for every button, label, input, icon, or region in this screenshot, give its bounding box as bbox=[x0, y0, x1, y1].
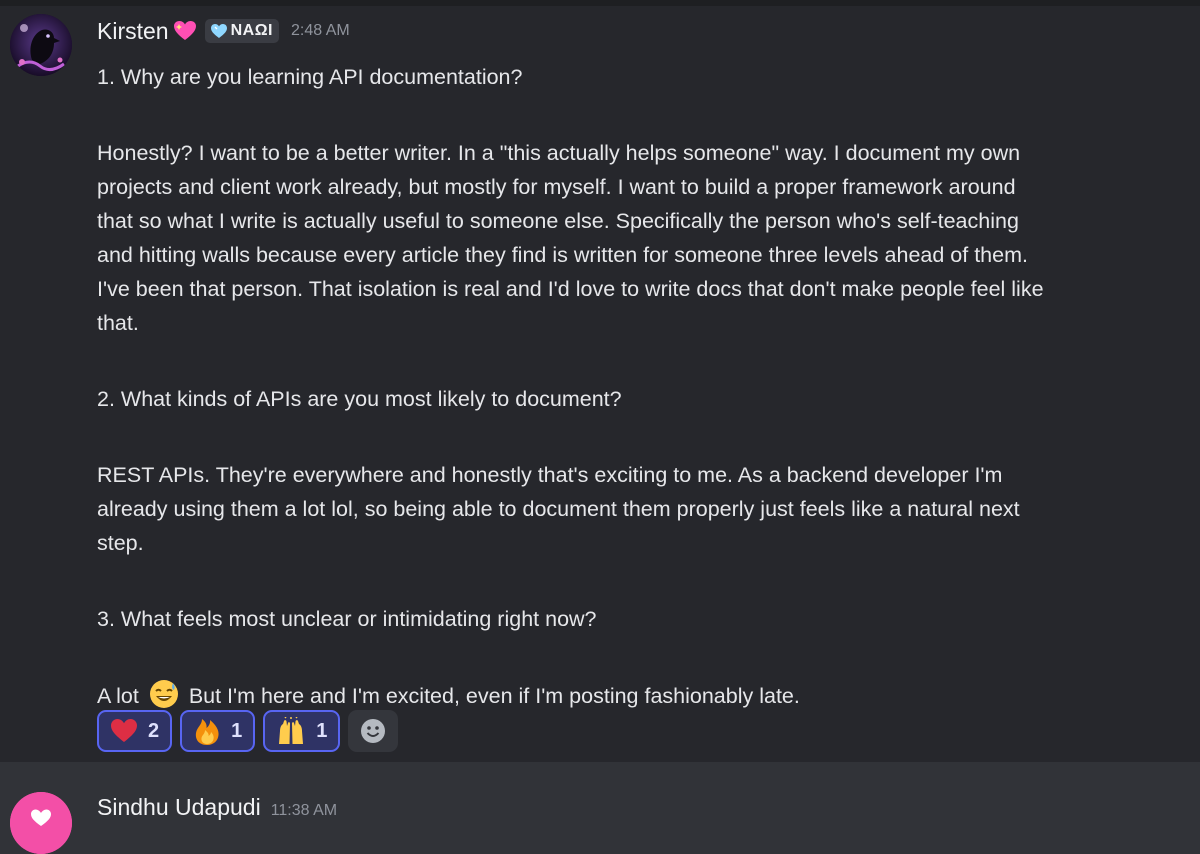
smiley-add-reaction-icon bbox=[361, 719, 386, 743]
message-header: Kirsten NAΩI 2:48 AM bbox=[97, 16, 350, 46]
author-name[interactable]: Sindhu Udapudi bbox=[97, 794, 261, 821]
reaction-fire[interactable]: 1 bbox=[180, 710, 256, 752]
heart-avatar-icon bbox=[10, 792, 72, 854]
text-line: projects and client work already, but mo… bbox=[97, 175, 1016, 199]
text-line: that. bbox=[97, 311, 139, 335]
text-line: 2. What kinds of APIs are you most likel… bbox=[97, 387, 622, 411]
next-message: Sindhu Udapudi 11:38 AM bbox=[0, 762, 1200, 854]
reaction-raised-hands[interactable]: 1 bbox=[263, 710, 341, 752]
text-segment: But I'm here and I'm excited, even if I'… bbox=[188, 684, 800, 708]
role-tag-label: NAΩI bbox=[230, 22, 273, 39]
text-line: 1. Why are you learning API documentatio… bbox=[97, 65, 523, 89]
add-reaction-button[interactable] bbox=[348, 710, 399, 752]
sparkling-heart-icon bbox=[173, 20, 197, 42]
timestamp[interactable]: 2:48 AM bbox=[291, 22, 350, 40]
gem-heart-icon bbox=[210, 24, 227, 38]
reaction-count: 2 bbox=[148, 719, 160, 742]
timestamp[interactable]: 11:38 AM bbox=[271, 802, 337, 820]
raised-hands-emoji-icon bbox=[279, 717, 304, 744]
next-message-header: Sindhu Udapudi 11:38 AM bbox=[97, 794, 337, 821]
text-line: that so what I write is actually useful … bbox=[97, 209, 1019, 233]
text-line: 3. What feels most unclear or intimidati… bbox=[97, 607, 597, 631]
text-line: REST APIs. They're everywhere and honest… bbox=[97, 463, 1003, 487]
reaction-bar: 2 1 1 bbox=[97, 710, 399, 752]
text-segment: A lot bbox=[97, 684, 139, 708]
reaction-count: 1 bbox=[231, 719, 243, 742]
text-line-last: A lot But I'm here and I'm excited, even… bbox=[97, 678, 1177, 713]
message: Kirsten NAΩI 2:48 AM 1. Why are you lear… bbox=[0, 6, 1200, 762]
author-name[interactable]: Kirsten bbox=[97, 18, 169, 45]
next-avatar[interactable] bbox=[10, 792, 72, 854]
text-line: step. bbox=[97, 531, 144, 555]
text-line: and hitting walls because every article … bbox=[97, 243, 1028, 267]
message-content: 1. Why are you learning API documentatio… bbox=[97, 60, 1177, 713]
fire-emoji-icon bbox=[195, 719, 219, 745]
text-line: Honestly? I want to be a better writer. … bbox=[97, 141, 1021, 165]
reaction-count: 1 bbox=[316, 719, 328, 742]
role-tag[interactable]: NAΩI bbox=[204, 19, 279, 43]
text-line: already using them a lot lol, so being a… bbox=[97, 497, 1020, 521]
heart-emoji-icon bbox=[111, 719, 137, 742]
sweat-smile-emoji-icon bbox=[148, 678, 180, 710]
avatar[interactable] bbox=[10, 14, 72, 76]
text-line: I've been that person. That isolation is… bbox=[97, 277, 1044, 301]
reaction-heart[interactable]: 2 bbox=[97, 710, 173, 752]
raven-avatar-icon bbox=[10, 14, 72, 76]
